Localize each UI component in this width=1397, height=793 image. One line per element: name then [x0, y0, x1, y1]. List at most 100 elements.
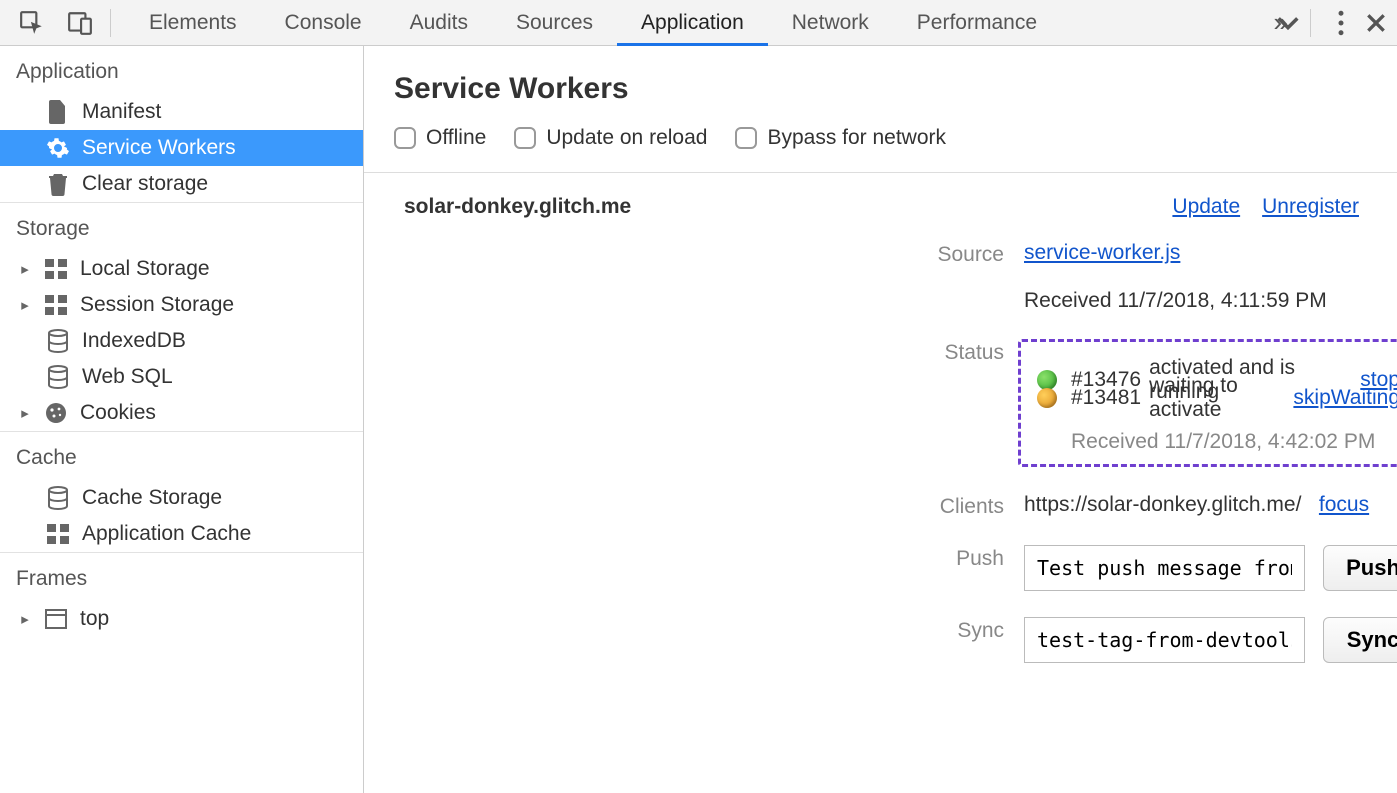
caret-right-icon: ▸: [18, 296, 32, 314]
sidebar-item-manifest[interactable]: Manifest: [0, 94, 363, 130]
status-dot-active-icon: [1037, 370, 1057, 390]
offline-checkbox[interactable]: Offline: [394, 126, 486, 150]
sidebar-item-cache-storage[interactable]: Cache Storage: [0, 480, 363, 516]
sidebar-item-indexeddb[interactable]: IndexedDB: [0, 323, 363, 359]
tab-audits[interactable]: Audits: [386, 0, 492, 45]
sidebar-item-label: top: [80, 607, 109, 631]
unregister-link[interactable]: Unregister: [1262, 195, 1359, 219]
sidebar-item-local-storage[interactable]: ▸ Local Storage: [0, 251, 363, 287]
sync-row: Sync: [1024, 617, 1397, 663]
service-workers-panel: Service Workers Offline Update on reload…: [364, 46, 1397, 793]
service-worker-options-row: Offline Update on reload Bypass for netw…: [364, 126, 1397, 172]
update-on-reload-label: Update on reload: [546, 126, 707, 150]
sync-label: Sync: [764, 617, 1004, 643]
db-icon: [46, 365, 70, 389]
panel-title: Service Workers: [364, 46, 1397, 126]
tab-application[interactable]: Application: [617, 0, 768, 45]
tab-performance[interactable]: Performance: [893, 0, 1061, 45]
checkbox-icon: [514, 127, 536, 149]
caret-right-icon: ▸: [18, 610, 32, 628]
sync-input[interactable]: [1024, 617, 1305, 663]
tabbar-right-controls: »: [1244, 7, 1397, 38]
update-on-reload-checkbox[interactable]: Update on reload: [514, 126, 707, 150]
clients-value: https://solar-donkey.glitch.me/ focus: [1024, 493, 1397, 517]
status-waiting-text: waiting to activate: [1149, 374, 1279, 422]
db-icon: [46, 329, 70, 353]
tabbar-left-controls: [0, 5, 125, 41]
status-label: Status: [764, 339, 1004, 365]
sidebar-item-label: Service Workers: [82, 136, 236, 160]
sidebar-item-label: Application Cache: [82, 522, 251, 546]
bypass-label: Bypass for network: [767, 126, 946, 150]
sidebar-item-label: Cache Storage: [82, 486, 222, 510]
sidebar-group-title: Cache: [0, 432, 363, 480]
application-sidebar: Application Manifest Service Workers Clear …: [0, 46, 364, 793]
origin-host: solar-donkey.glitch.me: [404, 195, 631, 219]
grid-icon: [46, 522, 70, 546]
source-received-time: 11/7/2018, 4:11:59 PM: [1117, 289, 1326, 312]
more-tabs-icon[interactable]: »: [1274, 7, 1288, 38]
client-url: https://solar-donkey.glitch.me/: [1024, 493, 1301, 516]
sidebar-item-label: Local Storage: [80, 257, 210, 281]
focus-link[interactable]: focus: [1319, 493, 1369, 516]
divider-icon: [1310, 9, 1311, 37]
cookie-icon: [44, 401, 68, 425]
sidebar-item-application-cache[interactable]: Application Cache: [0, 516, 363, 552]
tab-network[interactable]: Network: [768, 0, 893, 45]
inspect-element-icon[interactable]: [14, 5, 50, 41]
sidebar-item-label: Clear storage: [82, 172, 208, 196]
divider-icon: [110, 9, 111, 37]
skipwaiting-link[interactable]: skipWaiting: [1293, 386, 1397, 410]
clients-label: Clients: [764, 493, 1004, 519]
sidebar-item-clear-storage[interactable]: Clear storage: [0, 166, 363, 202]
sidebar-item-session-storage[interactable]: ▸ Session Storage: [0, 287, 363, 323]
checkbox-icon: [394, 127, 416, 149]
file-icon: [46, 100, 70, 124]
status-box: #13476 activated and is running stop #13…: [1018, 339, 1397, 467]
sidebar-group-title: Storage: [0, 203, 363, 251]
sidebar-item-label: Session Storage: [80, 293, 234, 317]
sidebar-item-label: Web SQL: [82, 365, 173, 389]
window-icon: [44, 607, 68, 631]
received-prefix: Received: [1024, 289, 1117, 312]
devtools-tabbar: ElementsConsoleAuditsSourcesApplicationN…: [0, 0, 1397, 46]
sidebar-group-title: Application: [0, 46, 363, 94]
sidebar-item-web-sql[interactable]: Web SQL: [0, 359, 363, 395]
caret-right-icon: ▸: [18, 260, 32, 278]
sidebar-item-label: IndexedDB: [82, 329, 186, 353]
update-link[interactable]: Update: [1172, 195, 1240, 219]
push-row: Push: [1024, 545, 1397, 591]
caret-right-icon: ▸: [18, 404, 32, 422]
push-button[interactable]: Push: [1323, 545, 1397, 591]
gear-icon: [46, 136, 70, 160]
grid-icon: [44, 293, 68, 317]
trash-icon: [46, 172, 70, 196]
grid-icon: [44, 257, 68, 281]
source-label: Source: [764, 241, 1004, 267]
close-icon[interactable]: [1365, 12, 1387, 34]
device-toolbar-icon[interactable]: [62, 5, 98, 41]
devtools-tabs: ElementsConsoleAuditsSourcesApplicationN…: [125, 0, 1244, 45]
tab-sources[interactable]: Sources: [492, 0, 617, 45]
sidebar-item-label: Cookies: [80, 401, 156, 425]
tab-console[interactable]: Console: [261, 0, 386, 45]
sidebar-item-label: Manifest: [82, 100, 161, 124]
tab-elements[interactable]: Elements: [125, 0, 261, 45]
sync-button[interactable]: Sync: [1323, 617, 1397, 663]
push-label: Push: [764, 545, 1004, 571]
sidebar-item-cookies[interactable]: ▸ Cookies: [0, 395, 363, 431]
status-waiting-id: #13481: [1071, 386, 1141, 410]
sidebar-group-title: Frames: [0, 553, 363, 601]
kebab-menu-icon[interactable]: [1337, 10, 1345, 36]
checkbox-icon: [735, 127, 757, 149]
sidebar-item-top[interactable]: ▸ top: [0, 601, 363, 637]
sidebar-item-service-workers[interactable]: Service Workers: [0, 130, 363, 166]
status-waiting-received: Received 11/7/2018, 4:42:02 PM: [1071, 430, 1397, 454]
origin-bar: solar-donkey.glitch.me Update Unregister: [364, 173, 1397, 241]
db-icon: [46, 486, 70, 510]
bypass-for-network-checkbox[interactable]: Bypass for network: [735, 126, 946, 150]
offline-label: Offline: [426, 126, 486, 150]
source-value: service-worker.js Received 11/7/2018, 4:…: [1024, 241, 1397, 313]
push-input[interactable]: [1024, 545, 1305, 591]
source-file-link[interactable]: service-worker.js: [1024, 241, 1180, 264]
